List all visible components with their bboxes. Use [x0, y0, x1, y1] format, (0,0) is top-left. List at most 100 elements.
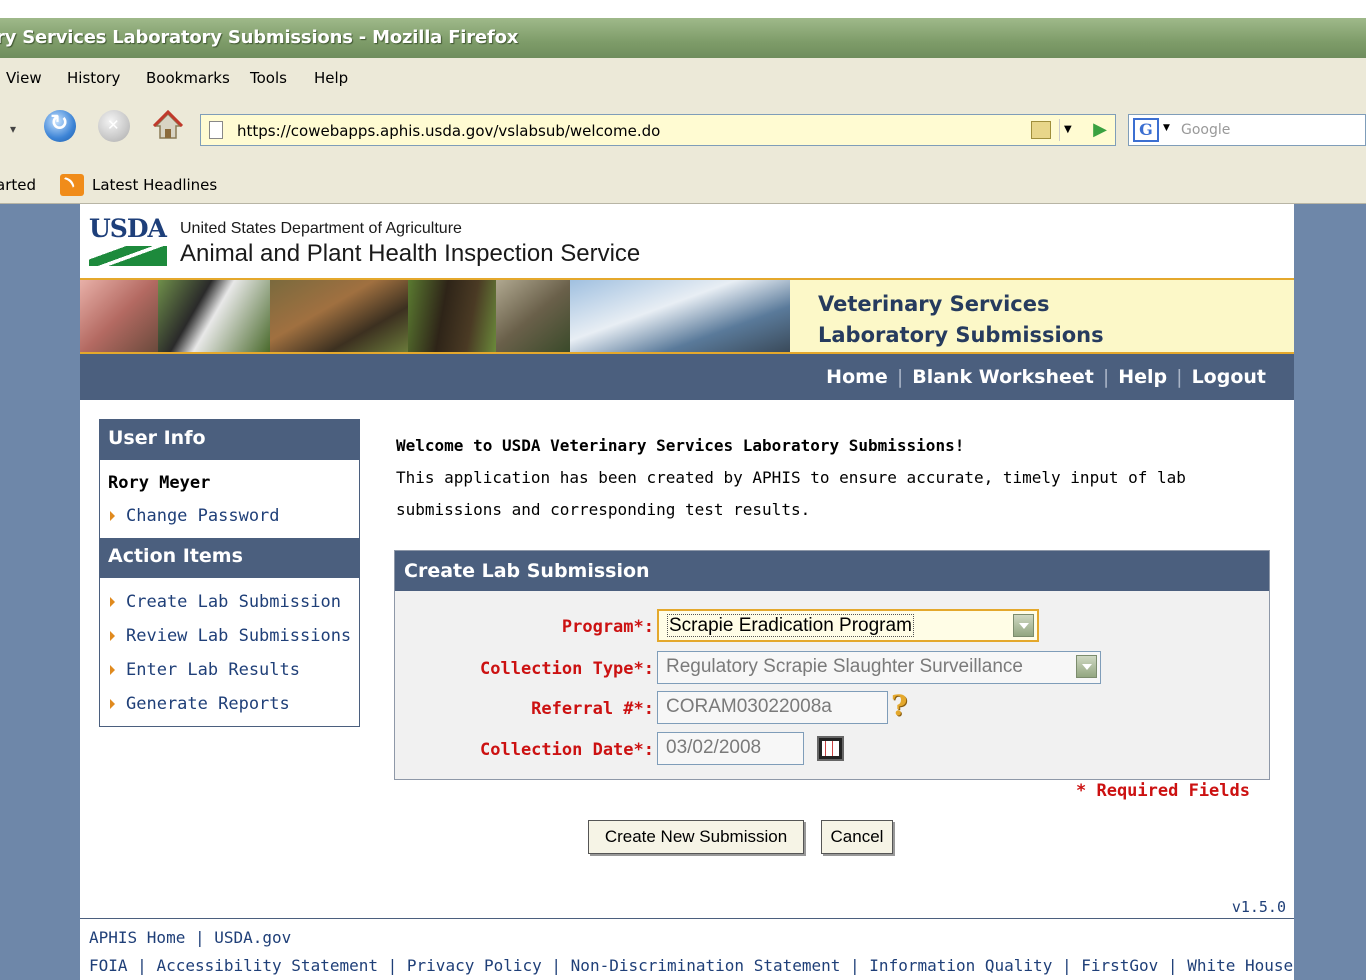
agency-name: Animal and Plant Health Inspection Servi…: [180, 240, 641, 267]
banner: Veterinary Services Laboratory Submissio…: [80, 278, 1294, 354]
bookmarks-toolbar: arted Latest Headlines: [0, 166, 1366, 204]
create-lab-submission-link[interactable]: Create Lab Submission: [100, 586, 359, 620]
url-text[interactable]: https://cowebapps.aphis.usda.gov/vslabsu…: [237, 122, 660, 140]
home-icon[interactable]: [152, 109, 184, 142]
create-lab-submission-panel: Create Lab Submission Program*: Scrapie …: [394, 550, 1270, 780]
footer-link-information-quality[interactable]: Information Quality: [869, 956, 1052, 975]
change-password-label[interactable]: Change Password: [126, 506, 280, 526]
menu-bookmarks[interactable]: Bookmarks: [146, 69, 230, 87]
search-engine-dropdown-icon[interactable]: ▼: [1163, 123, 1170, 133]
footer-link-privacy[interactable]: Privacy Policy: [407, 956, 542, 975]
page-content: USDA United States Department of Agricul…: [80, 204, 1294, 980]
version-label: v1.5.0: [1231, 898, 1286, 916]
url-bar[interactable]: https://cowebapps.aphis.usda.gov/vslabsu…: [200, 114, 1116, 146]
nav-help[interactable]: Help: [1118, 366, 1167, 388]
bookmark-getting-started[interactable]: arted: [0, 176, 36, 194]
change-password-link[interactable]: Change Password: [100, 500, 359, 534]
nav-logout[interactable]: Logout: [1192, 366, 1266, 388]
bookmark-latest-headlines[interactable]: Latest Headlines: [92, 176, 217, 194]
chevron-down-icon[interactable]: [1013, 614, 1034, 637]
create-lab-submission-label[interactable]: Create Lab Submission: [126, 592, 341, 612]
user-name: Rory Meyer: [108, 473, 211, 493]
cow-photo: [158, 280, 270, 352]
collection-date-row: Collection Date*: 03/02/2008: [395, 732, 1271, 768]
footer-links-primary: APHIS Home | USDA.gov: [89, 928, 291, 947]
menu-view[interactable]: View: [6, 69, 42, 87]
cancel-button[interactable]: Cancel: [821, 820, 893, 854]
reload-icon[interactable]: [44, 110, 76, 142]
footer-link-usda-gov[interactable]: USDA.gov: [214, 928, 291, 947]
help-question-icon[interactable]: ?: [891, 689, 907, 722]
nav-blank-worksheet[interactable]: Blank Worksheet: [912, 366, 1094, 388]
usda-logo-text: USDA: [89, 214, 167, 243]
footer-link-non-discrimination[interactable]: Non-Discrimination Statement: [571, 956, 841, 975]
review-lab-submissions-link[interactable]: Review Lab Submissions: [100, 620, 359, 654]
deer-photo: [270, 280, 408, 352]
screen-top-strip: [0, 0, 1366, 18]
enter-lab-results-link[interactable]: Enter Lab Results: [100, 654, 359, 688]
footer-link-firstgov[interactable]: FirstGov: [1081, 956, 1158, 975]
back-dropdown-icon[interactable]: ▾: [10, 122, 16, 136]
chevron-down-icon[interactable]: [1076, 655, 1097, 678]
user-info-heading: User Info: [100, 420, 359, 460]
top-navigation: Home | Blank Worksheet | Help | Logout: [80, 354, 1294, 400]
bison-photo: [408, 280, 496, 352]
referral-input[interactable]: CORAM03022008a: [657, 691, 888, 724]
program-row: Program*: Scrapie Eradication Program: [395, 609, 1271, 645]
go-icon[interactable]: ▶: [1093, 119, 1107, 140]
referral-value: CORAM03022008a: [666, 696, 832, 717]
lock-icon[interactable]: [1031, 121, 1051, 139]
banner-photos: [80, 280, 790, 352]
window-title: ry Services Laboratory Submissions - Moz…: [0, 27, 519, 48]
footer-separator: |: [378, 956, 407, 975]
window-titlebar: ry Services Laboratory Submissions - Moz…: [0, 18, 1366, 58]
footer-link-foia[interactable]: FOIA: [89, 956, 128, 975]
program-label: Program*:: [561, 617, 654, 637]
menu-history[interactable]: History: [67, 69, 120, 87]
welcome-heading: Welcome to USDA Veterinary Services Labo…: [396, 436, 965, 455]
bullet-arrow-icon: [110, 631, 115, 641]
stop-icon[interactable]: [98, 110, 130, 142]
collection-date-input[interactable]: 03/02/2008: [657, 732, 804, 765]
bullet-arrow-icon: [110, 597, 115, 607]
banner-title: Veterinary Services Laboratory Submissio…: [818, 289, 1104, 351]
menu-bar: View History Bookmarks Tools Help: [0, 58, 1366, 98]
google-icon[interactable]: G: [1133, 118, 1159, 142]
action-items-heading: Action Items: [100, 538, 359, 578]
menu-tools[interactable]: Tools: [250, 69, 287, 87]
footer-separator: |: [840, 956, 870, 975]
program-value: Scrapie Eradication Program: [667, 614, 914, 637]
rss-feed-icon: [60, 174, 84, 196]
sidebar: User Info Rory Meyer Change Password Act…: [99, 419, 360, 727]
generate-reports-link[interactable]: Generate Reports: [100, 688, 359, 722]
review-lab-submissions-label[interactable]: Review Lab Submissions: [126, 626, 351, 646]
footer-link-aphis-home[interactable]: APHIS Home: [89, 928, 185, 947]
generate-reports-label[interactable]: Generate Reports: [126, 694, 290, 714]
collection-type-select[interactable]: Regulatory Scrapie Slaughter Surveillanc…: [657, 651, 1101, 684]
department-name: United States Department of Agriculture: [180, 220, 462, 237]
collection-type-row: Collection Type*: Regulatory Scrapie Sla…: [395, 651, 1271, 687]
create-new-submission-button[interactable]: Create New Submission: [588, 820, 804, 854]
panel-title: Create Lab Submission: [395, 551, 1269, 591]
menu-help[interactable]: Help: [314, 69, 348, 87]
footer-link-white-house[interactable]: White House: [1187, 956, 1293, 975]
enter-lab-results-label[interactable]: Enter Lab Results: [126, 660, 300, 680]
page-icon: [209, 121, 223, 139]
referral-label: Referral #*:: [531, 699, 654, 719]
footer-links-secondary: FOIA | Accessibility Statement | Privacy…: [89, 956, 1293, 975]
footer-link-accessibility[interactable]: Accessibility Statement: [156, 956, 378, 975]
bullet-arrow-icon: [110, 699, 115, 709]
url-dropdown-icon[interactable]: ▼: [1059, 119, 1077, 141]
footer-separator: |: [127, 956, 157, 975]
banner-line-2: Laboratory Submissions: [818, 323, 1104, 347]
usda-logo-graphic: [89, 246, 167, 266]
search-box[interactable]: G ▼ Google: [1128, 114, 1366, 146]
footer-separator: |: [1158, 956, 1188, 975]
nav-home[interactable]: Home: [826, 366, 888, 388]
usda-logo[interactable]: USDA: [89, 214, 167, 270]
collection-type-value: Regulatory Scrapie Slaughter Surveillanc…: [666, 656, 1023, 677]
footer-separator: |: [541, 956, 571, 975]
nav-separator: |: [896, 366, 904, 388]
calendar-icon[interactable]: [817, 736, 844, 761]
program-select[interactable]: Scrapie Eradication Program: [657, 609, 1039, 642]
